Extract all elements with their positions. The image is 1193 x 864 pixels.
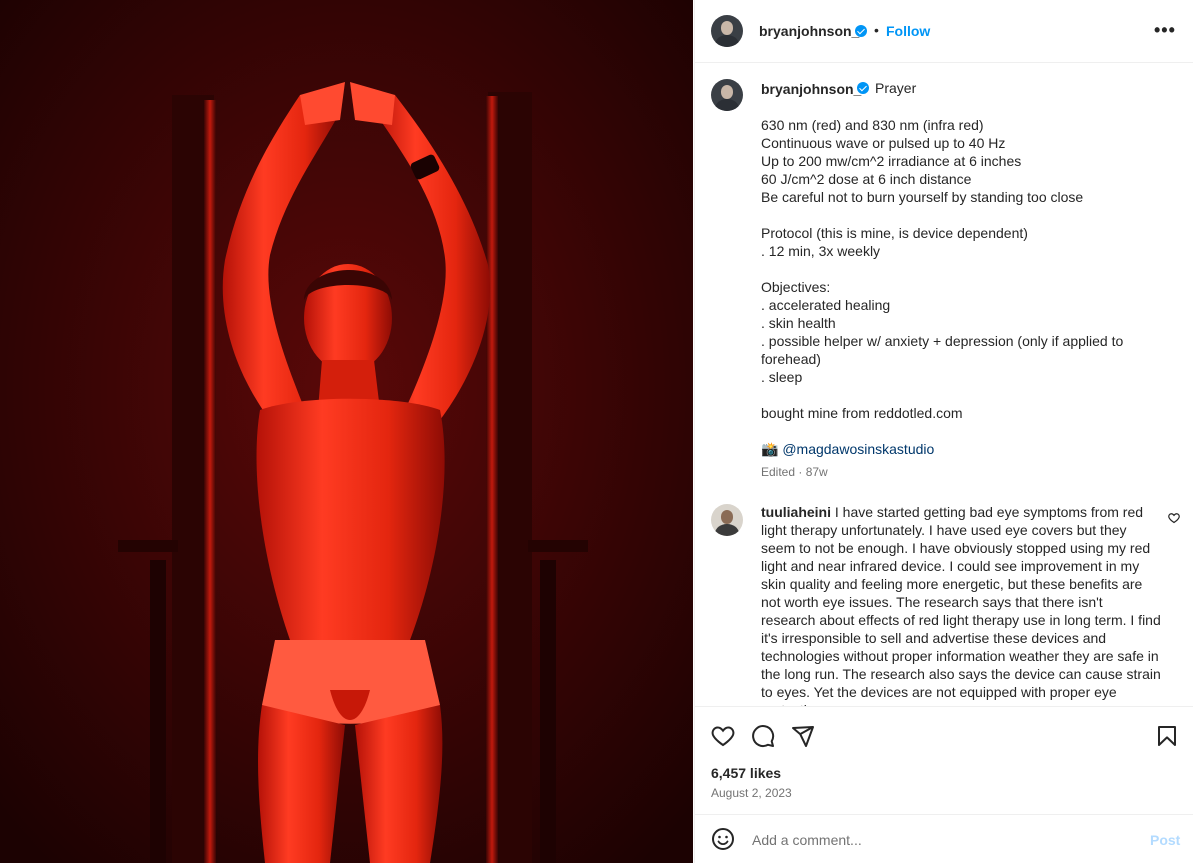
comment-item: tuuliaheini I have started getting bad e…	[761, 503, 1161, 706]
credit-mention-link[interactable]: @magdawosinskastudio	[782, 441, 934, 457]
verified-badge-icon	[855, 25, 867, 37]
post-header: bryanjohnson_ • Follow •••	[695, 0, 1193, 63]
author-username[interactable]: bryanjohnson_	[759, 23, 859, 39]
caption-line: . possible helper w/ anxiety + depressio…	[761, 333, 1124, 349]
caption-line: . accelerated healing	[761, 297, 891, 313]
comment-text: I have started getting bad eye symptoms …	[761, 504, 1161, 706]
caption-verified-badge-icon	[857, 82, 869, 94]
comment-icon[interactable]	[751, 724, 775, 748]
author-avatar[interactable]	[711, 15, 743, 47]
caption-line: Protocol (this is mine, is device depend…	[761, 225, 1028, 241]
post-date[interactable]: August 2, 2023	[711, 786, 792, 800]
more-options-icon[interactable]: •••	[1154, 20, 1176, 41]
caption-line: 630 nm (red) and 830 nm (infra red)	[761, 117, 984, 133]
person-torso	[256, 398, 445, 640]
post-photo-illustration	[0, 0, 693, 863]
caption-line: Up to 200 mw/cm^2 irradiance at 6 inches	[761, 153, 1022, 169]
share-icon[interactable]	[791, 724, 815, 748]
comment-input[interactable]	[750, 828, 1114, 852]
heart-icon[interactable]	[711, 724, 735, 748]
caption-username[interactable]: bryanjohnson_	[761, 81, 861, 97]
commenter-username[interactable]: tuuliaheini	[761, 504, 831, 520]
caption-author-avatar[interactable]	[711, 79, 743, 111]
post-side-panel: bryanjohnson_ • Follow ••• bryanjohnson_…	[694, 0, 1193, 863]
photo-credit: 📸 @magdawosinskastudio	[761, 440, 934, 458]
caption-line: bought mine from reddotled.com	[761, 405, 963, 421]
post-actions: 6,457 likes August 2, 2023	[695, 706, 1193, 815]
likes-count[interactable]: 6,457 likes	[711, 765, 781, 781]
caption-line: . sleep	[761, 369, 803, 385]
emoji-icon[interactable]	[711, 827, 735, 851]
commenter-avatar[interactable]	[711, 504, 743, 536]
camera-emoji-icon: 📸	[761, 441, 779, 457]
caption-title: Prayer	[875, 80, 917, 96]
caption-line: Be careful not to burn yourself by stand…	[761, 189, 1084, 205]
caption-line: forehead)	[761, 351, 821, 367]
caption-line: Objectives:	[761, 279, 831, 295]
follow-button[interactable]: Follow	[886, 23, 930, 39]
post-comment-button[interactable]: Post	[1150, 832, 1180, 848]
caption-line: . skin health	[761, 315, 836, 331]
caption-meta: Edited · 87w	[761, 465, 828, 479]
caption-line: . 12 min, 3x weekly	[761, 243, 881, 259]
caption-line: 60 J/cm^2 dose at 6 inch distance	[761, 171, 972, 187]
add-comment-bar: Post	[695, 814, 1193, 864]
comment-like-heart-icon[interactable]	[1168, 512, 1180, 524]
separator-dot: •	[874, 22, 879, 38]
bookmark-icon[interactable]	[1155, 724, 1179, 748]
caption-line: Continuous wave or pulsed up to 40 Hz	[761, 135, 1006, 151]
post-photo[interactable]	[0, 0, 693, 863]
comments-scroll-area[interactable]: bryanjohnson_ Prayer 630 nm (red) and 83…	[695, 63, 1193, 706]
